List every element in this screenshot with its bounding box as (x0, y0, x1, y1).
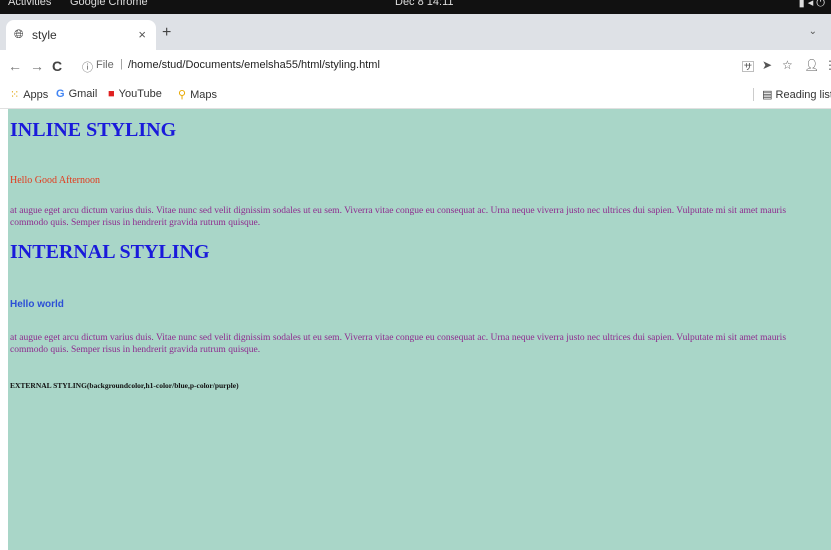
bookmark-gmail[interactable]: G Gmail (56, 88, 97, 100)
chevron-down-icon[interactable]: ⌄ (809, 26, 817, 37)
clock[interactable]: Dec 8 14:11 (395, 0, 454, 8)
translate-icon[interactable]: 🈂︎ (742, 58, 754, 75)
address-bar[interactable]: ⓘ File | /home/stud/Documents/emelsha55/… (78, 55, 718, 77)
lorem-paragraph-2: at augue eget arcu dictum varius duis. V… (10, 333, 787, 355)
bookmark-label: YouTube (118, 88, 162, 100)
hello-world-text: Hello world (10, 299, 64, 310)
toolbar: ← → C ⓘ File | /home/stud/Documents/emel… (0, 50, 831, 82)
google-icon: G (56, 88, 65, 100)
lorem-paragraph-1: at augue eget arcu dictum varius duis. V… (10, 206, 787, 228)
internal-styling-heading: INTERNAL STYLING (10, 241, 210, 263)
tab-style[interactable]: 🌐︎ style × (6, 20, 156, 50)
tab-strip: 🌐︎ style × + ⌄ (0, 14, 831, 50)
info-icon[interactable]: ⓘ (82, 59, 93, 75)
apps-grid-icon: ⁙ (10, 89, 20, 101)
reading-list-label: Reading list (775, 89, 831, 101)
star-icon[interactable]: ☆ (782, 58, 793, 72)
send-icon[interactable]: ➤ (762, 58, 772, 72)
reading-list-button[interactable]: ▤ Reading list (753, 88, 831, 101)
forward-icon[interactable]: → (30, 58, 44, 74)
profile-icon[interactable]: 👤︎ (804, 58, 819, 72)
bookmark-apps[interactable]: ⁙ Apps (10, 88, 48, 101)
close-icon[interactable]: × (138, 27, 146, 42)
globe-icon: 🌐︎ (14, 27, 24, 41)
system-tray-icon[interactable]: ▮ ◂ ⏻ (799, 0, 825, 10)
bookmarks-bar: ⁙ Apps G Gmail ■ YouTube ⚲ Maps ▤ Reading li… (0, 82, 831, 109)
menu-icon[interactable]: ⋮ (824, 58, 831, 72)
youtube-icon: ■ (108, 88, 115, 100)
external-styling-note: EXTERNAL STYLING(backgroundcolor,h1-colo… (10, 381, 239, 390)
map-pin-icon: ⚲ (178, 89, 187, 101)
inline-styling-heading: INLINE STYLING (10, 119, 177, 141)
page-content: INLINE STYLING Hello Good Afternoon at a… (8, 109, 831, 550)
bookmark-label: Maps (190, 89, 217, 101)
bookmark-maps[interactable]: ⚲ Maps (178, 88, 217, 101)
tab-title: style (32, 28, 57, 42)
url-scheme: File (96, 59, 114, 71)
url-separator: | (120, 58, 123, 70)
app-menu[interactable]: Google Chrome (70, 0, 148, 8)
inline-hello-text: Hello Good Afternoon (10, 175, 100, 186)
back-icon[interactable]: ← (8, 58, 22, 74)
activities-button[interactable]: Activities (8, 0, 51, 8)
new-tab-button[interactable]: + (162, 24, 171, 42)
bookmark-label: Gmail (68, 88, 98, 100)
bookmark-youtube[interactable]: ■ YouTube (108, 88, 162, 100)
reading-list-icon: ▤ (762, 89, 776, 101)
url-text[interactable]: /home/stud/Documents/emelsha55/html/styl… (128, 59, 380, 71)
bookmark-label: Apps (23, 89, 49, 101)
os-top-bar: Activities Google Chrome Dec 8 14:11 ▮ ◂… (0, 0, 831, 14)
reload-icon[interactable]: C (52, 58, 62, 74)
browser-window: 🌐︎ style × + ⌄ ← → C ⓘ File | /home/stud… (0, 14, 831, 550)
